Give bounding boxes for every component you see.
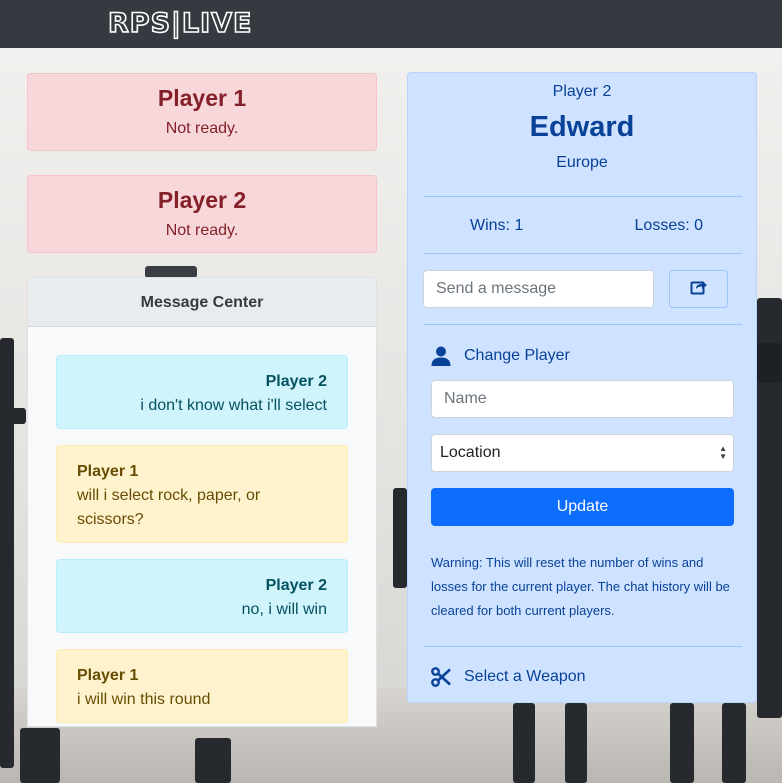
- reset-warning-text: Warning: This will reset the number of w…: [431, 555, 730, 618]
- send-message-button[interactable]: [669, 270, 728, 308]
- losses-count: Losses: 0: [634, 217, 703, 234]
- change-player-heading: Change Player: [430, 346, 570, 366]
- navbar: RPS|LIVE: [0, 0, 782, 48]
- chat-message: Player 1 i will win this round: [56, 649, 348, 723]
- divider: [424, 646, 742, 647]
- wins-count: Wins: 1: [470, 217, 524, 234]
- message-text: will i select rock, paper, or scissors?: [77, 487, 261, 528]
- user-icon: [430, 346, 452, 366]
- brand-logo[interactable]: RPS|LIVE: [107, 7, 252, 40]
- message-text: no, i will win: [241, 601, 327, 618]
- message-sender: Player 2: [265, 373, 327, 390]
- name-input[interactable]: [431, 380, 734, 418]
- chat-message: Player 2 no, i will win: [56, 559, 348, 633]
- player-panel: Player 2 Edward Europe Wins: 1 Losses: 0…: [407, 72, 757, 703]
- message-center[interactable]: Message Center Player 2 i don't know wha…: [27, 277, 377, 727]
- message-text: i don't know what i'll select: [140, 397, 327, 414]
- divider: [424, 253, 742, 254]
- player2-ready-status: Not ready.: [165, 222, 239, 239]
- message-center-title: Message Center: [28, 278, 376, 327]
- location-select-value: Location: [440, 444, 501, 461]
- scissors-icon: [430, 667, 452, 687]
- message-sender: Player 1: [77, 667, 139, 684]
- message-text: i will win this round: [77, 691, 211, 708]
- message-input[interactable]: [423, 270, 654, 308]
- player2-title: Player 2: [157, 187, 247, 213]
- player-location: Europe: [556, 154, 608, 171]
- chat-message: Player 2 i don't know what i'll select: [56, 355, 348, 429]
- player1-title: Player 1: [157, 85, 247, 111]
- player2-status-card: Player 2 Not ready.: [27, 175, 377, 253]
- select-weapon-title: Select a Weapon: [464, 668, 586, 685]
- player1-status-card: Player 1 Not ready.: [27, 73, 377, 151]
- panel-player-label: Player 2: [552, 83, 612, 100]
- change-player-title: Change Player: [464, 347, 570, 364]
- message-sender: Player 1: [77, 463, 139, 480]
- divider: [424, 196, 742, 197]
- divider: [424, 324, 742, 325]
- location-select[interactable]: Location ▲ ▼: [431, 434, 734, 472]
- chat-message: Player 1 will i select rock, paper, or s…: [56, 445, 348, 543]
- select-weapon-heading[interactable]: Select a Weapon: [430, 667, 586, 687]
- share-icon: [690, 279, 708, 300]
- player-name: Edward: [529, 111, 635, 143]
- update-button[interactable]: Update: [431, 488, 734, 526]
- select-caret-icon: ▲ ▼: [719, 444, 727, 461]
- player1-ready-status: Not ready.: [165, 120, 239, 137]
- message-sender: Player 2: [265, 577, 327, 594]
